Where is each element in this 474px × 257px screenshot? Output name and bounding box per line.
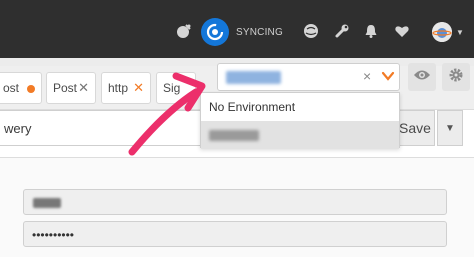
- tab-item[interactable]: Post ✕: [46, 72, 96, 104]
- username-field[interactable]: [23, 189, 447, 215]
- environment-select[interactable]: ×: [217, 63, 400, 91]
- username-redacted: [33, 198, 61, 208]
- environment-menu: No Environment: [200, 92, 400, 149]
- tab-label: Post: [53, 81, 78, 95]
- app-window: SYNCING ▼ ost Post ✕ http ✕ Sig wery Sav…: [0, 0, 474, 257]
- avatar-chevron-down-icon[interactable]: ▼: [456, 28, 464, 37]
- selected-environment-redacted: [226, 71, 281, 84]
- sync-status: SYNCING: [236, 27, 283, 38]
- eye-icon: [413, 68, 431, 86]
- tab-item[interactable]: ost: [0, 72, 42, 104]
- environment-option-none[interactable]: No Environment: [201, 93, 399, 121]
- wrench-icon[interactable]: [333, 22, 351, 40]
- password-value: ••••••••••: [32, 228, 75, 242]
- tab-item[interactable]: Sig: [156, 72, 196, 104]
- request-url-text: wery: [4, 121, 32, 136]
- clear-icon[interactable]: ×: [363, 68, 371, 84]
- save-options-chevron-icon[interactable]: ▼: [437, 110, 463, 146]
- environment-quick-look-button[interactable]: [408, 63, 436, 91]
- save-button[interactable]: Save: [395, 110, 435, 146]
- heart-icon[interactable]: [393, 22, 411, 40]
- chevron-down-icon[interactable]: [380, 68, 396, 84]
- top-bar: SYNCING ▼: [0, 0, 474, 66]
- manage-environments-button[interactable]: [442, 63, 470, 91]
- password-field[interactable]: ••••••••••: [23, 221, 447, 247]
- satellite-icon[interactable]: [175, 22, 193, 40]
- bell-icon[interactable]: [362, 22, 380, 40]
- tab-item[interactable]: http ✕: [101, 72, 151, 104]
- environment-option-redacted: [209, 129, 259, 141]
- unsaved-dot-icon: [27, 85, 35, 93]
- environment-option[interactable]: [201, 121, 399, 149]
- close-icon[interactable]: ✕: [78, 80, 89, 96]
- globe-icon[interactable]: [302, 22, 320, 40]
- sync-icon[interactable]: [201, 18, 229, 46]
- tab-label: Sig: [163, 81, 181, 95]
- close-icon[interactable]: ✕: [133, 80, 144, 96]
- tab-label: http: [108, 81, 129, 95]
- avatar[interactable]: [432, 22, 452, 42]
- gear-icon: [448, 67, 464, 88]
- tab-label: ost: [3, 81, 20, 95]
